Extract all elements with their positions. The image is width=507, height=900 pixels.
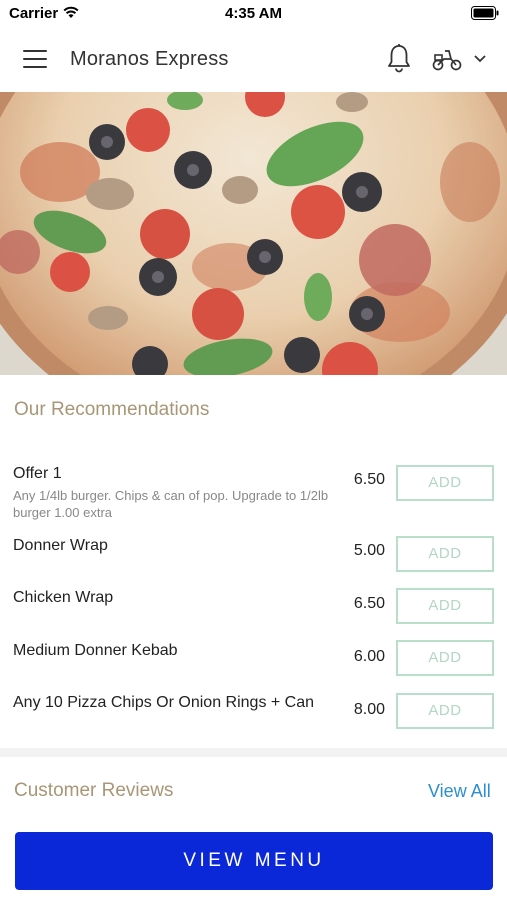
- item-name: Medium Donner Kebab: [13, 642, 178, 659]
- add-button[interactable]: ADD: [396, 640, 494, 676]
- item-description: Any 1/4lb burger. Chips & can of pop. Up…: [13, 488, 329, 520]
- add-button[interactable]: ADD: [396, 536, 494, 572]
- item-name: Donner Wrap: [13, 537, 108, 554]
- view-menu-button[interactable]: VIEW MENU: [15, 832, 493, 890]
- item-name: Offer 1: [13, 465, 62, 482]
- item-price: 8.00: [353, 701, 385, 718]
- recommendations-heading: Our Recommendations: [14, 399, 210, 420]
- item-name: Any 10 Pizza Chips Or Onion Rings + Can: [13, 694, 315, 711]
- item-name: Chicken Wrap: [13, 589, 114, 606]
- battery-icon: [471, 6, 499, 20]
- item-price: 6.50: [353, 471, 385, 488]
- menu-icon[interactable]: [23, 50, 47, 68]
- item-price: 6.00: [353, 648, 385, 665]
- restaurant-title: Moranos Express: [70, 48, 229, 70]
- reviews-heading: Customer Reviews: [14, 780, 174, 801]
- item-price: 5.00: [353, 542, 385, 559]
- hero-pizza-image: [0, 92, 507, 375]
- chevron-down-icon[interactable]: [472, 53, 488, 65]
- add-button[interactable]: ADD: [396, 588, 494, 624]
- scooter-icon[interactable]: [431, 46, 463, 72]
- item-price: 6.50: [353, 595, 385, 612]
- view-all-link[interactable]: View All: [428, 781, 491, 802]
- app-header: Moranos Express: [0, 28, 507, 92]
- section-divider: [0, 748, 507, 757]
- bell-icon[interactable]: [386, 43, 412, 73]
- status-time: 4:35 AM: [225, 5, 282, 22]
- status-bar: Carrier 4:35 AM: [0, 0, 507, 28]
- add-button[interactable]: ADD: [396, 693, 494, 729]
- add-button[interactable]: ADD: [396, 465, 494, 501]
